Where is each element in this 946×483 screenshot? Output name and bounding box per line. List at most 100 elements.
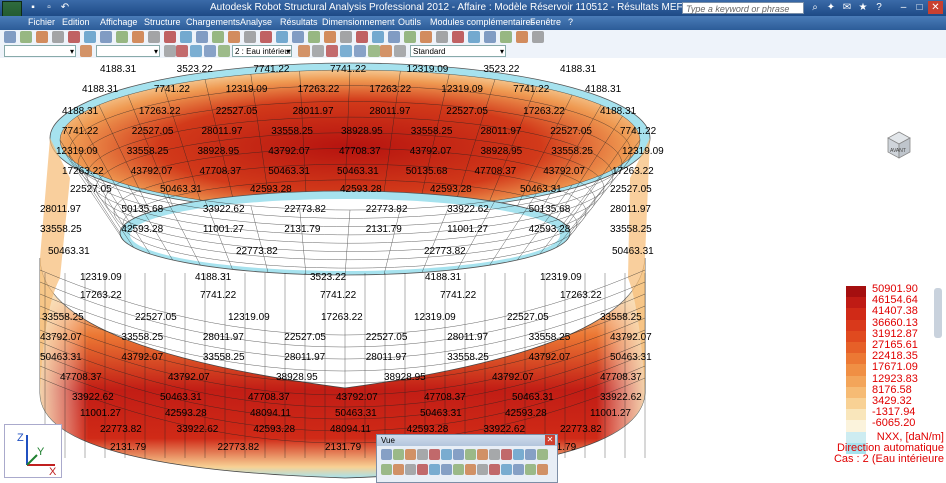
toolbar-tool-icon[interactable] [68,31,80,43]
toolbar-tool-icon[interactable] [356,31,368,43]
toolbar-tool-icon[interactable] [340,45,352,57]
vue-tool-icon[interactable] [537,449,548,460]
menu-modules[interactable]: Modules complémentaires [430,17,535,27]
model-viewport[interactable]: 4188.31 3523.22 7741.22 7741.22 12319.09 3523… [0,58,946,481]
node-selection-combo[interactable] [4,45,76,57]
vue-tool-icon[interactable] [393,449,404,460]
bar-selection-combo[interactable] [96,45,160,57]
tank-model-map[interactable]: 4188.31 3523.22 7741.22 7741.22 12319.09 3523… [0,58,946,481]
vue-tool-icon[interactable] [441,449,452,460]
toolbar-tool-icon[interactable] [116,31,128,43]
vue-tool-icon[interactable] [405,449,416,460]
vue-tool-icon[interactable] [417,449,428,460]
menu-dimensionnement[interactable]: Dimensionnement [322,17,395,27]
vue-tool-icon[interactable] [537,464,548,475]
toolbar-tool-icon[interactable] [532,31,544,43]
toolbar-tool-icon[interactable] [276,31,288,43]
vue-tool-icon[interactable] [417,464,428,475]
vue-tool-icon[interactable] [465,464,476,475]
toolbar-tool-icon[interactable] [484,31,496,43]
vertical-scrollbar[interactable] [934,288,942,338]
view-cube[interactable]: AVANT [882,128,916,162]
toolbar-tool-icon[interactable] [36,31,48,43]
vue-tool-icon[interactable] [429,464,440,475]
quick-undo-icon[interactable]: ↶ [58,2,72,14]
toolbar-tool-icon[interactable] [516,31,528,43]
toolbar-tool-icon[interactable] [52,31,64,43]
vue-tool-icon[interactable] [477,449,488,460]
vue-tool-icon[interactable] [405,464,416,475]
toolbar-tool-icon[interactable] [244,31,256,43]
toolbar-tool-icon[interactable] [292,31,304,43]
menu-help[interactable]: ? [568,17,573,27]
vue-tool-icon[interactable] [525,464,536,475]
toolbar-tool-icon[interactable] [404,31,416,43]
menu-analyse[interactable]: Analyse [240,17,272,27]
toolbar-tool-icon[interactable] [380,45,392,57]
menu-fenetre[interactable]: Fenêtre [530,17,561,27]
vue-toolbar-panel[interactable]: Vue ✕ [376,434,558,483]
toolbar-tool-icon[interactable] [218,45,230,57]
toolbar-tool-icon[interactable] [326,45,338,57]
load-case-combo[interactable]: 2 : Eau intérieure [232,45,292,57]
toolbar-tool-icon[interactable] [260,31,272,43]
maximize-button[interactable]: □ [912,1,927,14]
toolbar-tool-icon[interactable] [164,45,176,57]
toolbar-tool-icon[interactable] [312,45,324,57]
toolbar-tool-icon[interactable] [196,31,208,43]
toolbar-tool-icon[interactable] [180,31,192,43]
toolbar-tool-icon[interactable] [228,31,240,43]
minimize-button[interactable]: – [896,1,911,14]
view-layout-combo[interactable]: Standard [410,45,506,57]
vue-tool-icon[interactable] [513,449,524,460]
toolbar-tool-icon[interactable] [340,31,352,43]
toolbar-tool-icon[interactable] [298,45,310,57]
vue-tool-icon[interactable] [453,449,464,460]
quick-save-icon[interactable]: ▪ [26,2,40,14]
menu-resultats[interactable]: Résultats [280,17,318,27]
toolbar-tool-icon[interactable] [176,45,188,57]
vue-tool-icon[interactable] [465,449,476,460]
vue-tool-icon[interactable] [477,464,488,475]
toolbar-tool-icon[interactable] [468,31,480,43]
vue-tool-icon[interactable] [381,449,392,460]
toolbar-tool-icon[interactable] [132,31,144,43]
toolbar-tool-icon[interactable] [452,31,464,43]
vue-tool-icon[interactable] [393,464,404,475]
communication-icon[interactable]: ✉ [840,2,854,14]
subscription-icon[interactable]: ✦ [824,2,838,14]
toolbar-tool-icon[interactable] [372,31,384,43]
toolbar-tool-icon[interactable] [148,31,160,43]
vue-tool-icon[interactable] [501,449,512,460]
toolbar-tool-icon[interactable] [420,31,432,43]
search-icon[interactable]: ⌕ [808,2,822,14]
vue-tool-icon[interactable] [525,449,536,460]
favorites-icon[interactable]: ★ [856,2,870,14]
toolbar-tool-icon[interactable] [394,45,406,57]
vue-tool-icon[interactable] [489,449,500,460]
menu-affichage[interactable]: Affichage [100,17,137,27]
vue-tool-icon[interactable] [501,464,512,475]
vue-tool-icon[interactable] [489,464,500,475]
toolbar-tool-icon[interactable] [4,31,16,43]
menu-chargements[interactable]: Chargements [186,17,240,27]
toolbar-tool-icon[interactable] [368,45,380,57]
toolbar-tool-icon[interactable] [204,45,216,57]
toolbar-tool-icon[interactable] [436,31,448,43]
toolbar-tool-icon[interactable] [164,31,176,43]
toolbar-tool-icon[interactable] [500,31,512,43]
toolbar-tool-icon[interactable] [190,45,202,57]
toolbar-tool-icon[interactable] [388,31,400,43]
toolbar-tool-icon[interactable] [20,31,32,43]
menu-structure[interactable]: Structure [144,17,181,27]
toolbar-tool-icon[interactable] [100,31,112,43]
vue-tool-icon[interactable] [453,464,464,475]
vue-tool-icon[interactable] [513,464,524,475]
close-icon[interactable]: ✕ [545,435,555,445]
toolbar-tool-icon[interactable] [80,45,92,57]
toolbar-tool-icon[interactable] [354,45,366,57]
vue-panel-header[interactable]: Vue ✕ [377,435,557,446]
help-search-input[interactable]: Type a keyword or phrase [682,2,804,14]
menu-outils[interactable]: Outils [398,17,421,27]
vue-tool-icon[interactable] [381,464,392,475]
